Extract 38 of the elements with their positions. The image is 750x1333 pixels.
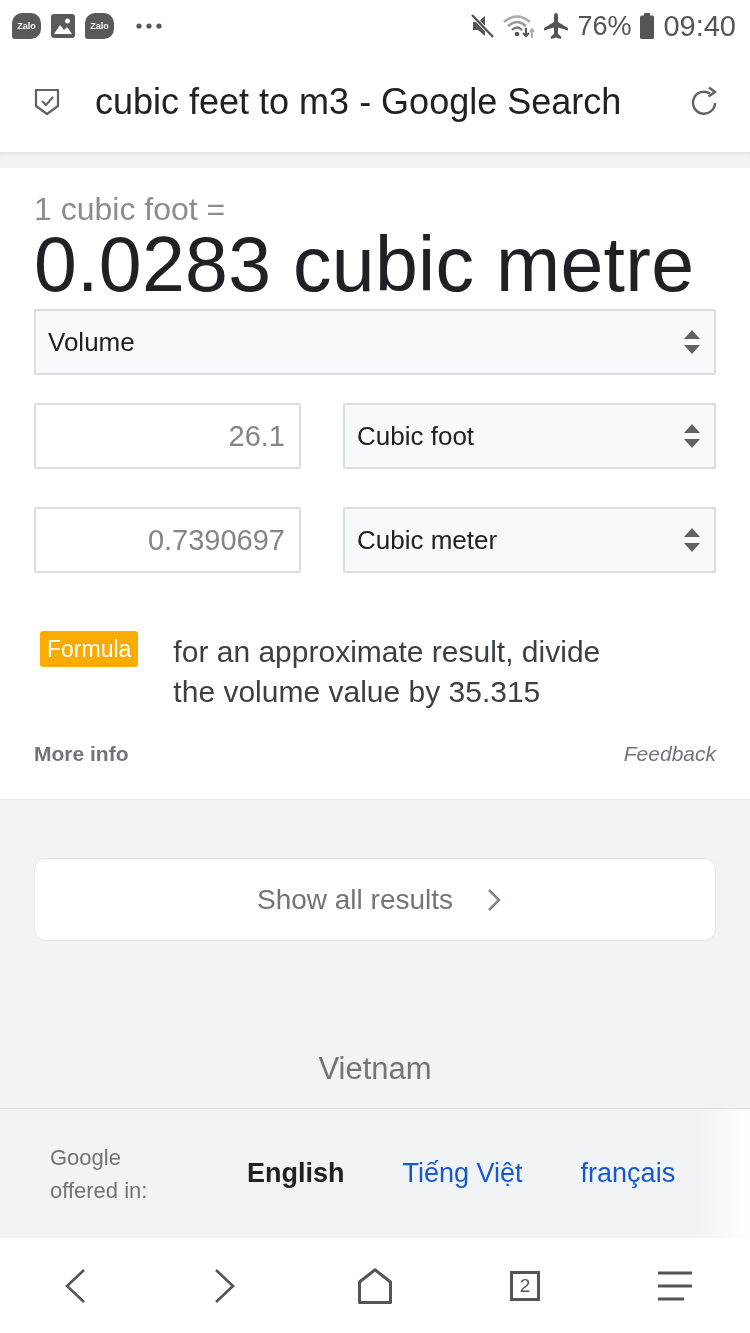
select-arrows-icon: [684, 528, 700, 552]
location-text: Vietnam: [318, 1050, 432, 1088]
clock-time: 09:40: [663, 9, 736, 43]
language-link[interactable]: English: [247, 1158, 345, 1189]
unit-select[interactable]: Cubic foot: [343, 403, 716, 469]
airplane-icon: [544, 13, 569, 39]
forward-icon[interactable]: [214, 1267, 236, 1304]
formula-label: Formula: [40, 631, 139, 667]
chevron-right-icon: [487, 887, 502, 912]
amount-field[interactable]: 26.1: [34, 403, 301, 469]
battery-percent: 76%: [577, 10, 632, 42]
more-info-link[interactable]: More info: [34, 740, 129, 768]
mute-icon: [471, 14, 495, 38]
app-notification-badge: Zalo: [12, 13, 41, 39]
language-link[interactable]: Tiếng Việt: [402, 1158, 523, 1189]
amount-field[interactable]: 0.7390697: [34, 507, 301, 573]
language-link[interactable]: français: [580, 1158, 676, 1189]
conversion-result: 0.0283 cubic metre: [34, 228, 696, 300]
offered-in-label: Google offered in:: [50, 1143, 149, 1205]
show-all-results-button[interactable]: Show all results: [34, 858, 716, 941]
unit-select[interactable]: Cubic meter: [343, 507, 716, 573]
image-icon: [51, 14, 75, 38]
select-arrows-icon: [684, 424, 700, 448]
wifi-icon: [503, 14, 536, 38]
select-arrows-icon: [684, 330, 700, 354]
shield-check-icon[interactable]: [34, 88, 60, 116]
battery-icon: [640, 13, 655, 39]
app-notification-badge: Zalo: [85, 13, 114, 39]
quantity-select[interactable]: Volume: [34, 309, 716, 375]
menu-icon[interactable]: [658, 1270, 692, 1301]
page-title[interactable]: cubic feet to m3 - Google Search: [95, 81, 688, 123]
back-icon[interactable]: [64, 1267, 86, 1304]
feedback-link[interactable]: Feedback: [623, 740, 716, 768]
tabs-button[interactable]: 2: [510, 1270, 540, 1301]
more-icon: [136, 23, 162, 29]
formula-text: for an approximate result, divide the volume value by 35.315: [173, 634, 602, 710]
home-icon[interactable]: [358, 1267, 392, 1304]
conversion-equation: 1 cubic foot =: [34, 190, 227, 228]
